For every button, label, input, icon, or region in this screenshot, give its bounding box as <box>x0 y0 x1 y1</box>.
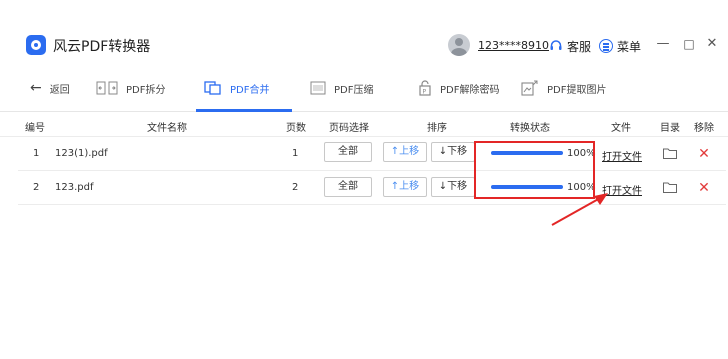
move-up-button[interactable]: ↑上移 <box>383 177 427 197</box>
move-up-button[interactable]: ↑上移 <box>383 142 427 162</box>
compress-icon <box>310 81 326 95</box>
col-pages: 页数 <box>286 123 306 134</box>
col-remove: 移除 <box>694 123 714 134</box>
col-file: 文件 <box>611 123 631 134</box>
menu-label[interactable]: 菜单 <box>617 38 641 55</box>
tab-pdf-compress[interactable]: PDF压缩 <box>310 64 373 112</box>
col-index: 编号 <box>25 123 45 134</box>
row-index: 2 <box>33 182 40 193</box>
extract-image-icon <box>521 80 538 96</box>
col-folder: 目录 <box>660 123 680 134</box>
arrow-left-icon: ← <box>30 80 42 96</box>
row-filename: 123(1).pdf <box>55 148 108 159</box>
col-filename: 文件名称 <box>147 123 187 134</box>
delete-icon[interactable]: ✕ <box>698 181 710 195</box>
tab-label: PDF合并 <box>230 84 270 96</box>
support-label[interactable]: 客服 <box>567 38 591 55</box>
maximize-button[interactable]: □ <box>681 36 697 52</box>
active-tab-indicator <box>196 109 292 112</box>
close-button[interactable]: ✕ <box>704 36 720 52</box>
title-bar: 风云PDF转换器 123****8910 客服 菜单 — □ ✕ <box>0 0 728 64</box>
minimize-button[interactable]: — <box>655 36 671 52</box>
delete-icon[interactable]: ✕ <box>698 147 710 161</box>
split-icon <box>96 81 118 95</box>
tab-pdf-unlock[interactable]: P PDF解除密码 <box>418 64 499 112</box>
move-down-button[interactable]: ↓下移 <box>431 177 475 197</box>
col-page-select: 页码选择 <box>329 123 369 134</box>
col-sort: 排序 <box>427 123 447 134</box>
open-file-link[interactable]: 打开文件 <box>602 148 642 163</box>
tab-label: PDF拆分 <box>126 84 166 96</box>
toolbar: ← 返回 PDF拆分 PDF合并 PDF压缩 P PDF解除密码 PDF提取图片 <box>0 64 728 112</box>
col-status: 转换状态 <box>510 123 550 134</box>
tab-pdf-split[interactable]: PDF拆分 <box>96 64 165 112</box>
unlock-icon: P <box>419 80 431 96</box>
merge-icon <box>204 81 221 95</box>
move-down-button[interactable]: ↓下移 <box>431 142 475 162</box>
user-avatar[interactable] <box>448 34 470 56</box>
user-name-link[interactable]: 123****8910 <box>478 39 549 52</box>
tab-label: PDF解除密码 <box>440 84 500 96</box>
folder-icon[interactable] <box>663 182 677 193</box>
back-label: 返回 <box>49 84 70 96</box>
menu-icon[interactable] <box>599 39 613 53</box>
page-select-button[interactable]: 全部 <box>324 142 372 162</box>
svg-text:P: P <box>423 89 427 96</box>
table-row: 1 123(1).pdf 1 全部 ↑上移 ↓下移 100% 打开文件 ✕ <box>18 137 726 171</box>
headset-icon[interactable] <box>549 39 563 53</box>
annotation-arrow-icon <box>551 193 608 226</box>
tab-label: PDF压缩 <box>334 84 374 96</box>
app-logo-icon <box>26 35 46 55</box>
tab-pdf-extract-images[interactable]: PDF提取图片 <box>521 64 606 112</box>
tab-label: PDF提取图片 <box>547 84 607 96</box>
row-pages: 2 <box>292 182 299 193</box>
app-title: 风云PDF转换器 <box>53 39 151 55</box>
row-pages: 1 <box>292 148 299 159</box>
page-select-button[interactable]: 全部 <box>324 177 372 197</box>
table-header: 编号 文件名称 页数 页码选择 排序 转换状态 文件 目录 移除 <box>0 113 728 137</box>
tab-pdf-merge[interactable]: PDF合并 <box>204 64 269 112</box>
row-index: 1 <box>33 148 40 159</box>
folder-icon[interactable] <box>663 148 677 159</box>
back-button[interactable]: ← 返回 <box>30 64 70 112</box>
row-filename: 123.pdf <box>55 182 94 193</box>
